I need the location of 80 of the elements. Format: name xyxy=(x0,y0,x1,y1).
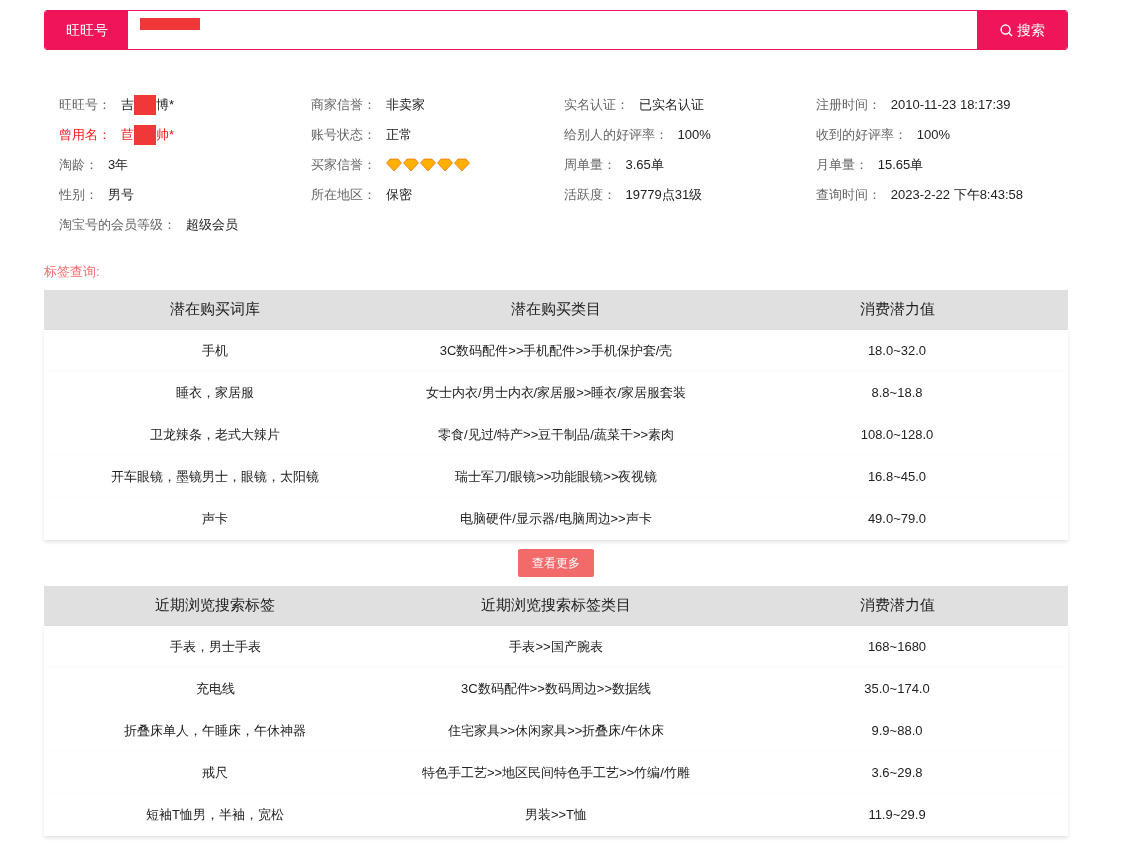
table-cell-text: 开车眼镜，墨镜男士，眼镜，太阳镜 xyxy=(110,467,320,486)
field-value: 男号 xyxy=(108,186,134,205)
field-label: 周单量： xyxy=(563,156,616,175)
field-label: 淘宝号的会员等级： xyxy=(59,216,176,235)
table-cell-text: 11.9~29.9 xyxy=(867,805,927,824)
table-cell-text: 18.0~32.0 xyxy=(866,341,928,360)
field-label: 淘龄： xyxy=(59,156,98,175)
field-label: 买家信誉： xyxy=(311,156,377,175)
table-cell-text: 手机 xyxy=(201,341,229,360)
diamond-icon xyxy=(386,158,403,172)
table-cell-text: 零食/见过/特产>>豆干制品/蔬菜干>>素肉 xyxy=(436,425,676,444)
table-cell-text: 戒尺 xyxy=(201,763,229,782)
field-value: 非卖家 xyxy=(386,96,426,115)
more-button[interactable]: 查看更多 xyxy=(518,548,594,577)
field-value: 3年 xyxy=(108,156,129,175)
column-header: 潜在购买类目 xyxy=(510,299,602,320)
field-label: 实名认证： xyxy=(563,96,629,115)
table-cell-text: 瑞士军刀/眼镜>>功能眼镜>>夜视镜 xyxy=(453,467,659,486)
field-value: 15.65单 xyxy=(877,156,924,175)
diamond-icon xyxy=(437,158,454,172)
field-value: 保密 xyxy=(386,186,413,205)
field-value: 3.65单 xyxy=(625,156,664,175)
table-cell-text: 电脑硬件/显示器/电脑周边>>声卡 xyxy=(459,509,653,528)
field-value: 吉 xyxy=(121,96,134,115)
table-cell-text: 168~1680 xyxy=(866,637,928,656)
diamond-icon xyxy=(420,158,437,172)
table-cell-text: 手表>>国产腕表 xyxy=(508,637,604,656)
field-label: 旺旺号： xyxy=(59,96,111,115)
field-label: 性别： xyxy=(59,186,98,205)
field-label: 活跃度： xyxy=(563,186,616,205)
table-cell-text: 住宅家具>>休闲家具>>折叠床/午休床 xyxy=(447,721,665,740)
field-label: 月单量： xyxy=(815,156,868,175)
field-value: 19779点31级 xyxy=(625,186,703,205)
column-header: 消费潜力值 xyxy=(858,595,936,616)
field-value: 苣 xyxy=(121,126,134,145)
field-value: 已实名认证 xyxy=(638,96,704,115)
diamond-icon xyxy=(454,158,471,172)
table-cell-text: 手表，男士手表 xyxy=(168,637,262,656)
column-header: 潜在购买词库 xyxy=(169,299,261,320)
table-cell-text: 16.8~45.0 xyxy=(866,467,928,486)
table-cell-text: 短袖T恤男，半袖，宽松 xyxy=(145,805,285,824)
column-header: 消费潜力值 xyxy=(858,299,936,320)
section-title: 标签查询: xyxy=(44,263,101,281)
table-cell-text: 充电线 xyxy=(194,679,236,698)
field-value: 超级会员 xyxy=(186,216,238,235)
table-cell-text: 男装>>T恤 xyxy=(523,805,589,824)
table-cell-text: 女士内衣/男士内衣/家居服>>睡衣/家居服套装 xyxy=(425,383,687,402)
table-cell-text: 108.0~128.0 xyxy=(859,425,935,444)
field-label: 收到的好评率： xyxy=(815,126,907,145)
table-cell-text: 声卡 xyxy=(201,509,229,528)
field-value: 帅* xyxy=(156,126,175,145)
diamond-icon xyxy=(403,158,420,172)
field-label: 给别人的好评率： xyxy=(563,126,668,145)
table-cell-text: 3C数码配件>>手机配件>>手机保护套/壳 xyxy=(438,341,674,360)
field-label: 注册时间： xyxy=(815,96,881,115)
table-cell-text: 49.0~79.0 xyxy=(866,509,928,528)
field-value: 2023-2-22 下午8:43:58 xyxy=(890,186,1023,205)
table-cell-text: 3C数码配件>>数码周边>>数据线 xyxy=(460,679,652,698)
table-cell-text: 卫龙辣条，老式大辣片 xyxy=(149,425,281,444)
redaction-mark xyxy=(134,95,156,115)
table-cell-text: 3.6~29.8 xyxy=(870,763,924,782)
table-cell-text: 8.8~18.8 xyxy=(870,383,924,402)
field-label: 曾用名： xyxy=(59,126,111,145)
field-value: 博* xyxy=(156,96,175,115)
table-cell-text: 35.0~174.0 xyxy=(863,679,931,698)
column-header: 近期浏览搜索标签类目 xyxy=(480,595,632,616)
table-cell-text: 特色手工艺>>地区民间特色手工艺>>竹编/竹雕 xyxy=(421,763,691,782)
redaction-mark xyxy=(134,125,156,145)
field-label: 商家信誉： xyxy=(311,96,377,115)
field-label: 账号状态： xyxy=(311,126,377,145)
field-value: 100% xyxy=(916,126,950,145)
field-value: 正常 xyxy=(386,126,413,145)
table-cell-text: 折叠床单人，午睡床，午休神器 xyxy=(123,721,307,740)
table-cell-text: 睡衣，家居服 xyxy=(175,383,255,402)
field-value: 2010-11-23 18:17:39 xyxy=(890,96,1011,115)
field-value: 100% xyxy=(677,126,711,145)
table-cell-text: 9.9~88.0 xyxy=(870,721,924,740)
field-label: 所在地区： xyxy=(311,186,377,205)
field-label: 查询时间： xyxy=(815,186,881,205)
column-header: 近期浏览搜索标签 xyxy=(154,595,276,616)
